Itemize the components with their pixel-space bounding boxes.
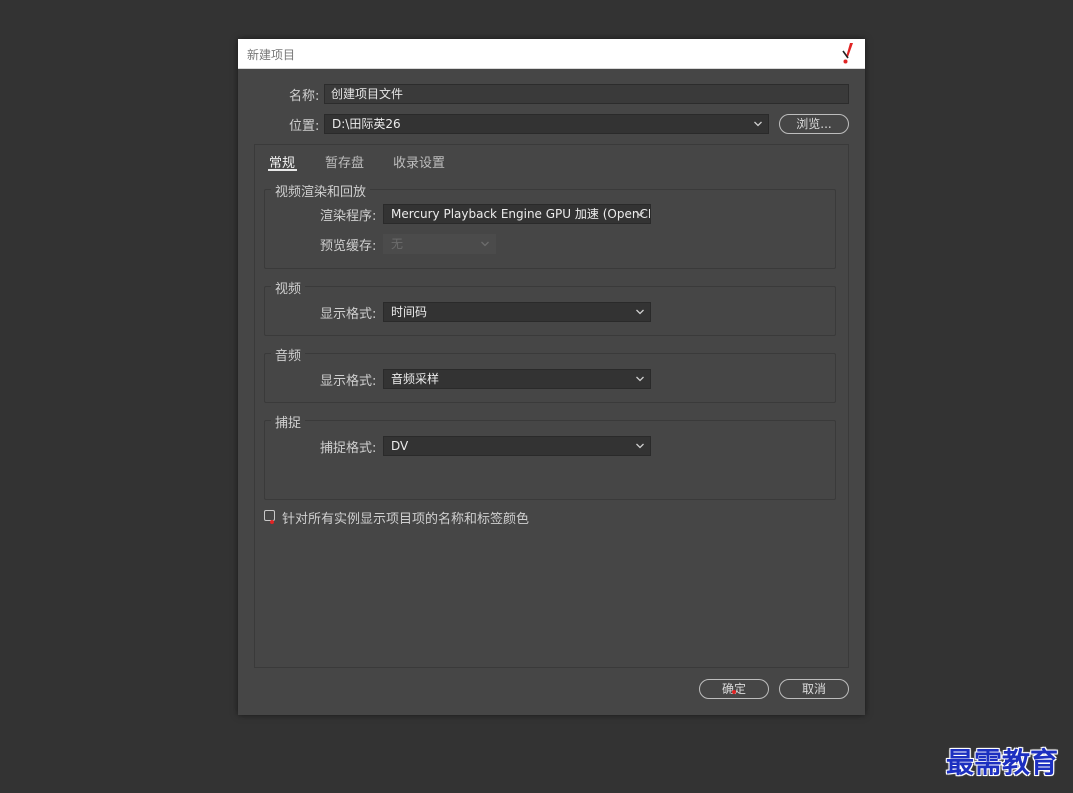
chevron-down-icon (635, 370, 645, 388)
show-name-label-color-checkbox[interactable] (264, 510, 275, 521)
chevron-down-icon (753, 115, 763, 133)
name-input[interactable]: 创建项目文件 (324, 84, 849, 104)
tab-ingest-settings[interactable]: 收录设置 (393, 152, 445, 171)
location-label: 位置: (289, 119, 320, 134)
location-value: D:\田际英26 (332, 117, 401, 131)
group-capture: 捕捉 捕捉格式: DV (264, 412, 836, 500)
tab-scratch-disks[interactable]: 暂存盘 (325, 152, 364, 171)
preview-cache-dropdown: 无 (383, 234, 496, 254)
close-icon[interactable] (839, 42, 857, 66)
group-render-playback: 视频渲染和回放 渲染程序: Mercury Playback Engine GP… (264, 181, 836, 269)
capture-format-value: DV (391, 439, 409, 453)
audio-display-format-dropdown[interactable]: 音频采样 (383, 369, 651, 389)
audio-display-format-label: 显示格式: (320, 374, 377, 389)
video-display-format-label: 显示格式: (320, 307, 377, 322)
dialog-titlebar: 新建项目 (238, 39, 865, 69)
watermark-logo: 最需教育 (946, 746, 1059, 779)
location-dropdown[interactable]: D:\田际英26 (324, 114, 769, 134)
name-label: 名称: (289, 89, 320, 104)
browse-button[interactable]: 浏览... (779, 114, 849, 134)
ok-button[interactable]: 确定 (699, 679, 769, 699)
show-name-label-color-label[interactable]: 针对所有实例显示项目项的名称和标签颜色 (282, 508, 529, 527)
group-render-title: 视频渲染和回放 (271, 181, 371, 200)
group-audio: 音频 显示格式: 音频采样 (264, 345, 836, 403)
cancel-button[interactable]: 取消 (779, 679, 849, 699)
video-display-format-value: 时间码 (391, 305, 428, 319)
group-video: 视频 显示格式: 时间码 (264, 278, 836, 336)
capture-format-label: 捕捉格式: (320, 441, 377, 456)
dialog-title: 新建项目 (247, 48, 296, 62)
capture-format-dropdown[interactable]: DV (383, 436, 651, 456)
settings-tab-panel: 常规 暂存盘 收录设置 视频渲染和回放 渲染程序: Mercury Playba… (254, 144, 849, 668)
group-audio-title: 音频 (271, 345, 306, 364)
chevron-down-icon (480, 235, 490, 253)
chevron-down-icon (635, 205, 645, 223)
group-video-title: 视频 (271, 278, 306, 297)
renderer-dropdown[interactable]: Mercury Playback Engine GPU 加速 (OpenCL) (383, 204, 651, 224)
preview-cache-label: 预览缓存: (320, 239, 377, 254)
video-display-format-dropdown[interactable]: 时间码 (383, 302, 651, 322)
renderer-label: 渲染程序: (320, 209, 377, 224)
active-tab-indicator (268, 169, 297, 171)
chevron-down-icon (635, 303, 645, 321)
audio-display-format-value: 音频采样 (391, 372, 440, 386)
chevron-down-icon (635, 437, 645, 455)
new-project-dialog: 新建项目 名称: 创建项目文件 位置: D:\田际英26 浏览... 常规 暂存… (238, 39, 865, 715)
renderer-value: Mercury Playback Engine GPU 加速 (OpenCL) (391, 207, 651, 221)
preview-cache-value: 无 (391, 237, 404, 251)
group-capture-title: 捕捉 (271, 412, 306, 431)
cursor-marker (732, 690, 736, 694)
cursor-marker (270, 520, 274, 524)
